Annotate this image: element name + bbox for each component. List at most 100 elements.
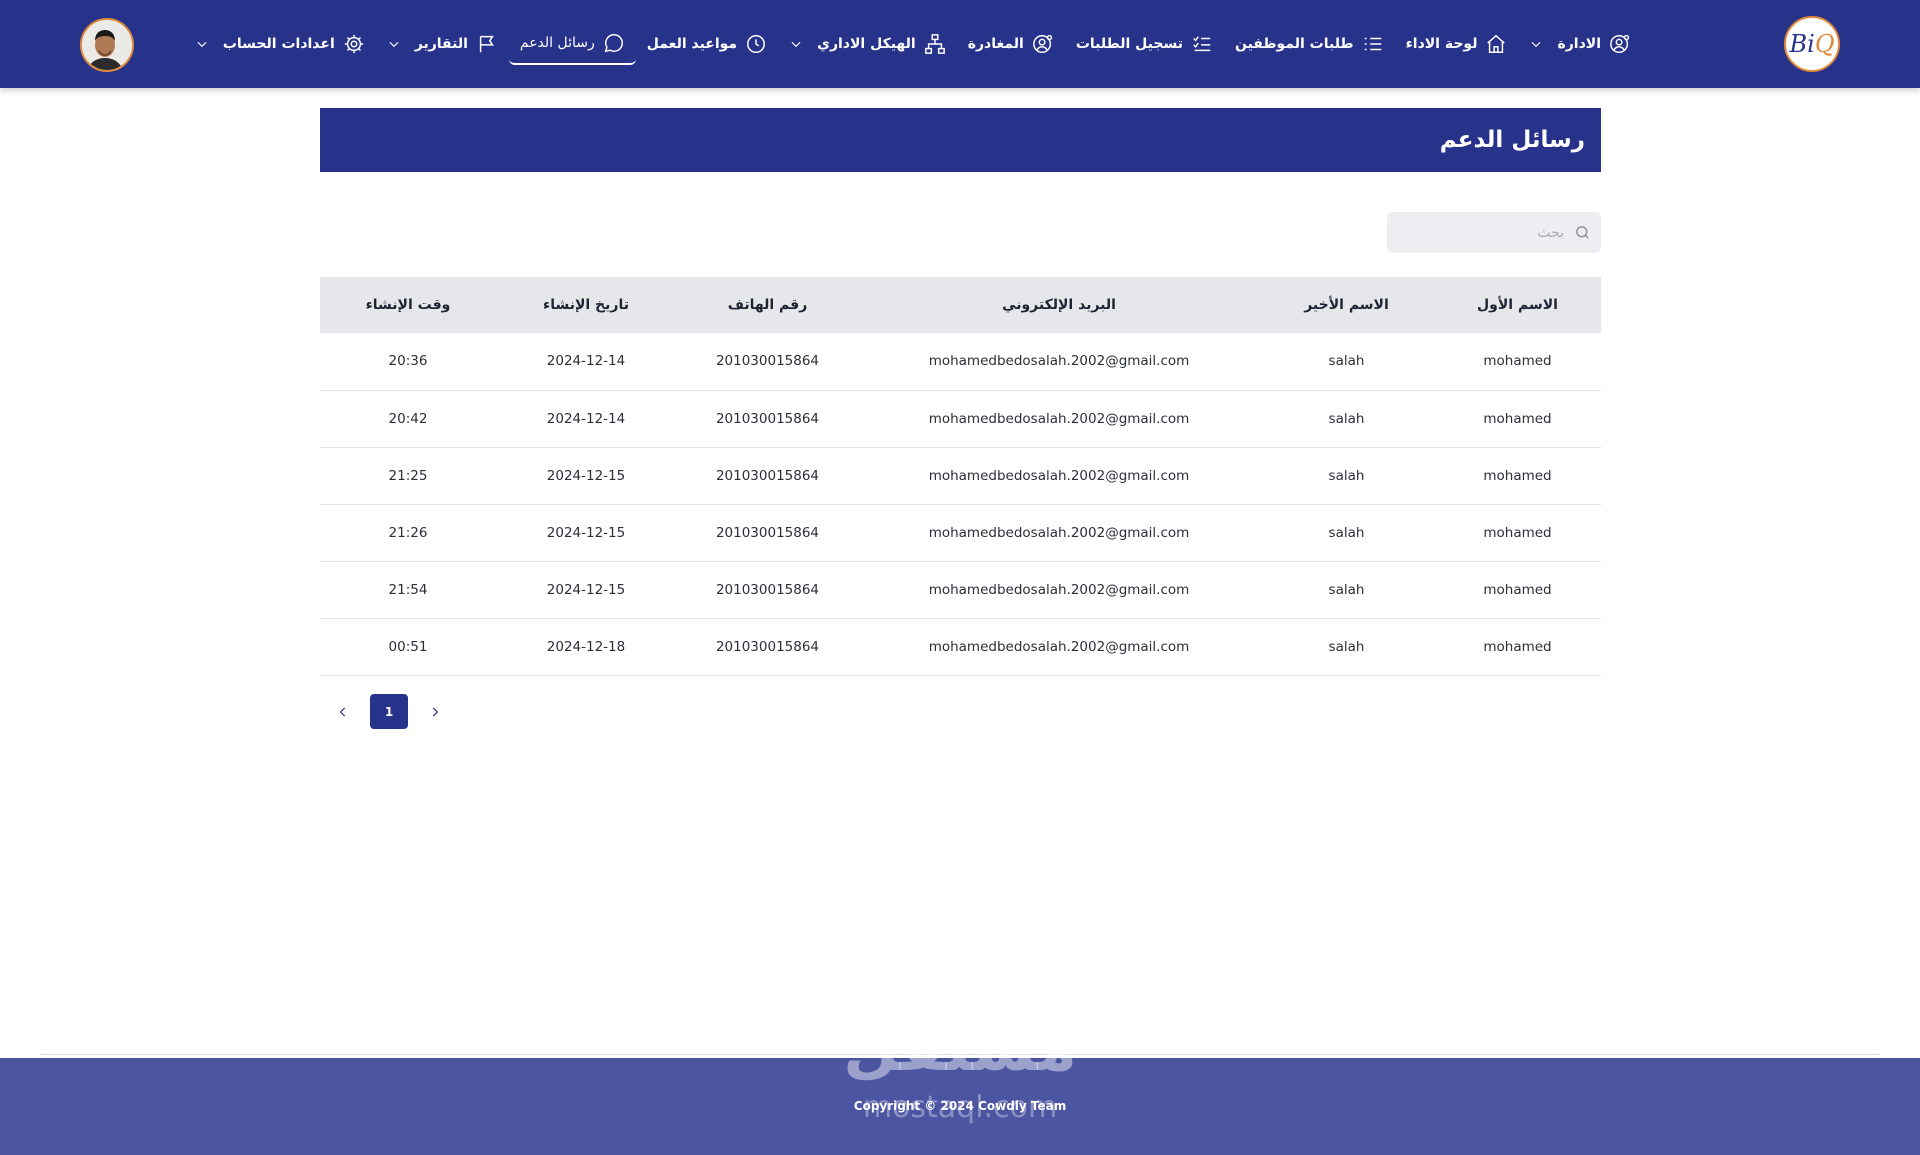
table-row[interactable]: mohamed salah mohamedbedosalah.2002@gmai… [320,504,1601,562]
chevron-right-icon [432,707,439,716]
page-header-bar: رسائل الدعم [320,108,1601,172]
chevron-down-icon [389,41,399,48]
search-input[interactable] [1404,224,1564,241]
cell-phone: 201030015864 [676,390,859,448]
cell-email: mohamedbedosalah.2002@gmail.com [859,390,1259,448]
cell-created-date: 2024-12-18 [496,618,676,676]
nav-item-leave[interactable]: المغادرة [957,23,1065,65]
nav-item-submit-requests[interactable]: تسجيل الطلبات [1065,23,1224,65]
top-navbar: BiQ الادارة لوحة الاداء طلبات الموظفين ت… [0,0,1920,88]
cell-created-date: 2024-12-15 [496,504,676,562]
cell-created-date: 2024-12-14 [496,390,676,448]
nav-item-label: تسجيل الطلبات [1075,36,1183,52]
cell-last-name: salah [1259,447,1434,505]
cell-email: mohamedbedosalah.2002@gmail.com [859,618,1259,676]
column-header-created-date[interactable]: تاريخ الإنشاء [496,277,676,333]
column-header-email[interactable]: البريد الإلكتروني [859,277,1259,333]
nav-item-administration[interactable]: الادارة [1518,23,1642,65]
page-title: رسائل الدعم [1439,127,1585,153]
pagination-prev-button[interactable] [330,693,356,730]
cell-first-name: mohamed [1434,447,1601,505]
flag-icon [479,35,494,53]
nav-item-support-messages[interactable]: رسائل الدعم [508,23,636,65]
cell-created-time: 21:54 [320,561,496,619]
cell-created-time: 20:42 [320,390,496,448]
cell-last-name: salah [1259,618,1434,676]
pagination-page-current[interactable]: 1 [370,694,408,729]
table-header-row: الاسم الأول الاسم الأخير البريد الإلكترو… [320,277,1601,333]
cell-phone: 201030015864 [676,504,859,562]
org-chart-icon [924,34,945,54]
nav-item-reports[interactable]: التقارير [376,23,509,65]
nav-item-label: المغادرة [967,36,1024,52]
cell-email: mohamedbedosalah.2002@gmail.com [859,447,1259,505]
nav-item-label: مواعيد العمل [646,36,738,52]
cell-email: mohamedbedosalah.2002@gmail.com [859,504,1259,562]
cell-phone: 201030015864 [676,561,859,619]
list-icon [1364,37,1381,51]
cell-last-name: salah [1259,504,1434,562]
cell-first-name: mohamed [1434,504,1601,562]
nav-item-account-settings[interactable]: اعدادات الحساب [184,23,376,65]
clock-icon [747,35,766,53]
chevron-left-icon [339,707,346,716]
nav-item-label: لوحة الاداء [1405,36,1478,52]
table-row[interactable]: mohamed salah mohamedbedosalah.2002@gmai… [320,333,1601,391]
search-box [1387,212,1601,253]
pagination: 1 [330,693,448,730]
avatar-photo [82,20,132,70]
pagination-next-button[interactable] [422,693,448,730]
footer-divider [40,1054,1880,1055]
cell-last-name: salah [1259,333,1434,391]
user-gear-icon [1032,34,1053,53]
search-icon [1576,226,1589,239]
cell-created-date: 2024-12-14 [496,333,676,391]
chevron-down-icon [1531,41,1541,48]
chat-bubble-icon [604,34,623,53]
column-header-first-name[interactable]: الاسم الأول [1434,277,1601,333]
cell-last-name: salah [1259,561,1434,619]
table-body: mohamed salah mohamedbedosalah.2002@gmai… [320,333,1601,676]
nav-item-label: الهيكل الاداري [817,36,916,52]
main-nav: الادارة لوحة الاداء طلبات الموظفين تسجيل… [184,0,1642,88]
table-row[interactable]: mohamed salah mohamedbedosalah.2002@gmai… [320,390,1601,448]
cell-created-date: 2024-12-15 [496,561,676,619]
cell-created-time: 21:25 [320,447,496,505]
support-messages-table: الاسم الأول الاسم الأخير البريد الإلكترو… [320,277,1601,676]
brand-logo[interactable]: BiQ [1784,16,1840,72]
cell-created-time: 20:36 [320,333,496,391]
cell-phone: 201030015864 [676,333,859,391]
table-row[interactable]: mohamed salah mohamedbedosalah.2002@gmai… [320,561,1601,619]
column-header-last-name[interactable]: الاسم الأخير [1259,277,1434,333]
cell-created-time: 00:51 [320,618,496,676]
table-header: الاسم الأول الاسم الأخير البريد الإلكترو… [320,277,1601,333]
cell-created-time: 21:26 [320,504,496,562]
home-icon [1487,34,1506,53]
table-row[interactable]: mohamed salah mohamedbedosalah.2002@gmai… [320,618,1601,676]
nav-item-org-structure[interactable]: الهيكل الاداري [778,23,957,65]
user-gear-icon [1610,34,1630,53]
cell-first-name: mohamed [1434,618,1601,676]
cell-first-name: mohamed [1434,333,1601,391]
nav-item-label: اعدادات الحساب [222,36,335,52]
table-row[interactable]: mohamed salah mohamedbedosalah.2002@gmai… [320,447,1601,505]
nav-item-work-hours[interactable]: مواعيد العمل [636,23,778,65]
nav-item-label: التقارير [414,36,468,52]
cell-last-name: salah [1259,390,1434,448]
column-header-phone[interactable]: رقم الهاتف [676,277,859,333]
nav-item-label: رسائل الدعم [519,35,595,51]
nav-item-label: طلبات الموظفين [1234,36,1354,52]
cell-first-name: mohamed [1434,561,1601,619]
nav-item-dashboard[interactable]: لوحة الاداء [1395,23,1519,65]
gear-icon [344,34,363,54]
cell-email: mohamedbedosalah.2002@gmail.com [859,333,1259,391]
footer-copyright: Copyright © 2024 Cowdly Team [853,1099,1067,1113]
cell-phone: 201030015864 [676,447,859,505]
cell-first-name: mohamed [1434,390,1601,448]
nav-item-label: الادارة [1557,36,1601,52]
cell-created-date: 2024-12-15 [496,447,676,505]
column-header-created-time[interactable]: وقت الإنشاء [320,277,496,333]
brand-logo-text: BiQ [1789,30,1835,58]
user-avatar[interactable] [80,18,134,72]
nav-item-employee-requests[interactable]: طلبات الموظفين [1224,23,1395,65]
